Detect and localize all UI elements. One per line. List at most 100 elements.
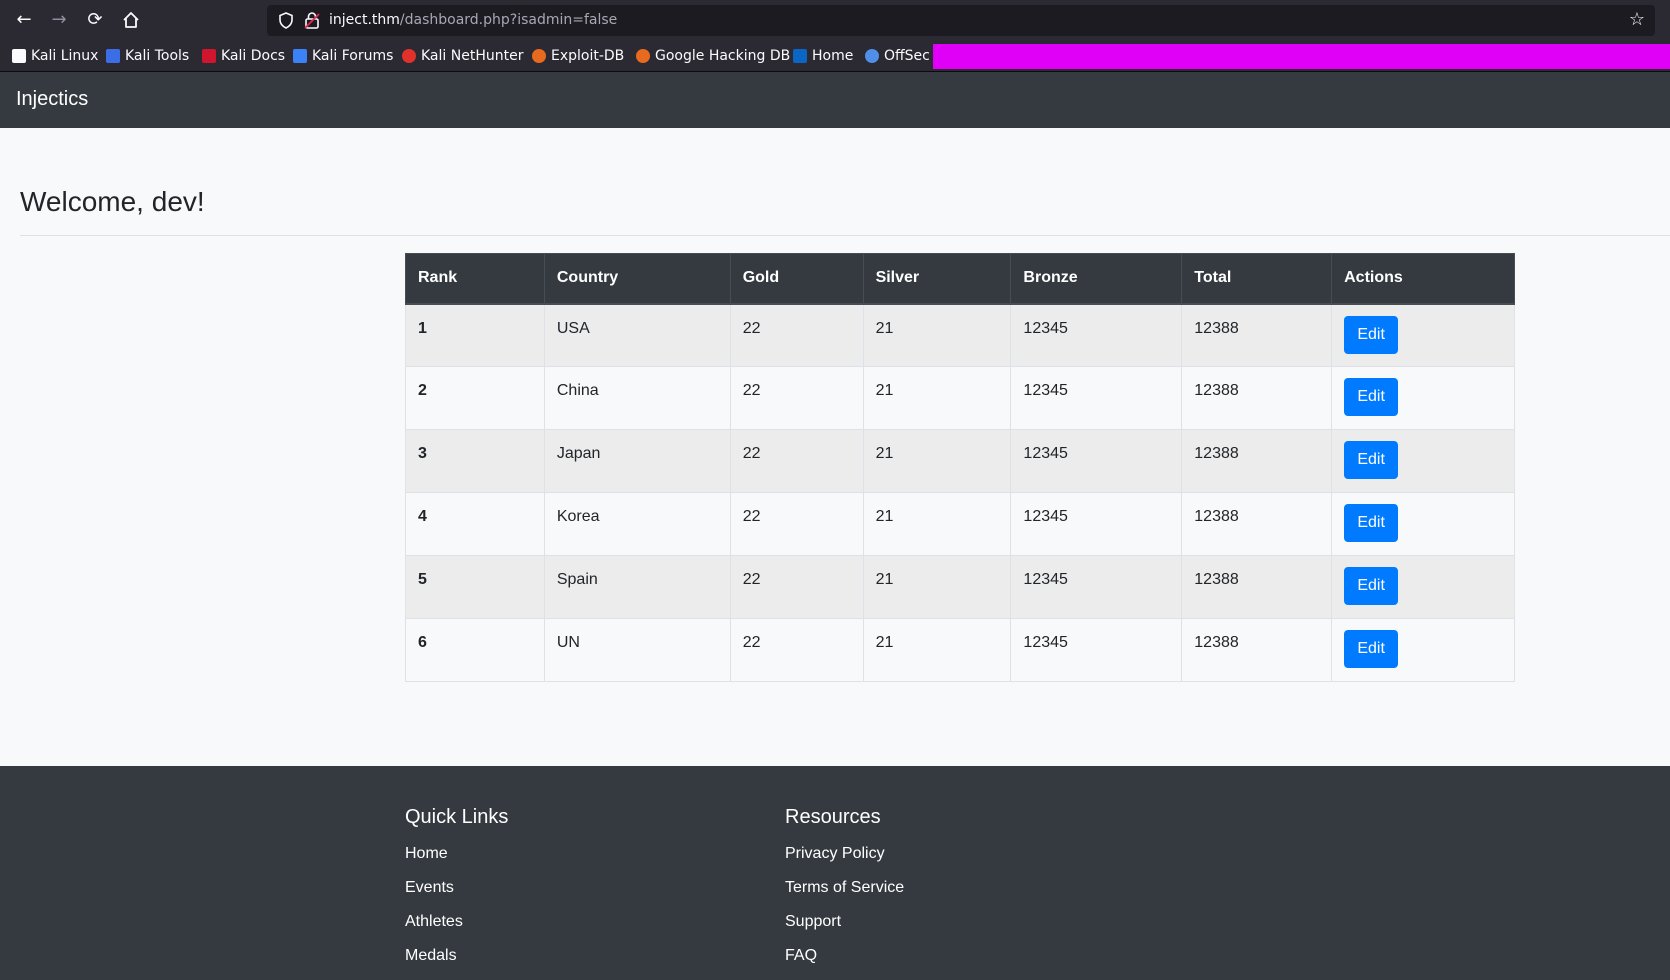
cell-total: 12388 — [1181, 303, 1333, 367]
footer-resources-title: Resources — [785, 806, 881, 828]
bookmark-kali-nethunter[interactable]: Kali NetHunter — [402, 46, 523, 66]
edit-button[interactable]: Edit — [1344, 315, 1399, 354]
kali-docs-icon — [202, 49, 216, 63]
footer-link-athletes[interactable]: Athletes — [405, 905, 508, 939]
home-icon[interactable] — [118, 7, 144, 33]
reload-icon[interactable]: ⟳ — [82, 7, 108, 33]
bookmark-label: Kali Forums — [312, 48, 394, 64]
kali-dragon-icon — [12, 49, 26, 63]
footer-link-medals[interactable]: Medals — [405, 939, 508, 973]
bookmark-google-hacking-db[interactable]: Google Hacking DB — [636, 46, 790, 66]
footer-link-events[interactable]: Events — [405, 871, 508, 905]
cell-rank: 2 — [405, 366, 545, 430]
bookmark-kali-forums[interactable]: Kali Forums — [293, 46, 393, 66]
bookmark-offsec[interactable]: OffSec — [865, 46, 930, 66]
divider — [20, 235, 1670, 236]
exploit-db-icon — [532, 49, 546, 63]
header-country: Country — [543, 253, 731, 305]
header-bronze: Bronze — [1010, 253, 1183, 305]
cell-gold: 22 — [729, 492, 864, 556]
forward-arrow-icon[interactable]: → — [46, 7, 72, 33]
bookmark-kali-docs[interactable]: Kali Docs — [202, 46, 285, 66]
bookmarks-toolbar: Kali Linux Kali Tools Kali Docs Kali For… — [0, 40, 1670, 72]
cell-total: 12388 — [1181, 555, 1333, 619]
cell-bronze: 12345 — [1010, 618, 1183, 682]
page-title: Welcome, dev! — [20, 186, 205, 217]
cell-rank: 5 — [405, 555, 545, 619]
bookmark-kali-tools[interactable]: Kali Tools — [106, 46, 189, 66]
header-silver: Silver — [862, 253, 1012, 305]
edit-button[interactable]: Edit — [1344, 504, 1399, 542]
footer-resources: Resources Privacy Policy Terms of Servic… — [785, 806, 904, 973]
edit-button[interactable]: Edit — [1344, 630, 1399, 668]
edit-button[interactable]: Edit — [1344, 567, 1399, 605]
cell-bronze: 12345 — [1010, 555, 1183, 619]
cell-total: 12388 — [1181, 492, 1333, 556]
cell-country: China — [543, 366, 731, 430]
bookmark-home[interactable]: Home — [793, 46, 853, 66]
header-gold: Gold — [729, 253, 864, 305]
table-header-row: Rank Country Gold Silver Bronze Total Ac… — [405, 253, 1515, 305]
cell-gold: 22 — [729, 618, 864, 682]
bookmark-kali-linux[interactable]: Kali Linux — [12, 46, 98, 66]
kali-tools-icon — [106, 49, 120, 63]
header-rank: Rank — [405, 253, 545, 305]
cell-rank: 3 — [405, 429, 545, 493]
bookmark-exploit-db[interactable]: Exploit-DB — [532, 46, 624, 66]
nethunter-icon — [402, 49, 416, 63]
cell-bronze: 12345 — [1010, 492, 1183, 556]
cell-actions: Edit — [1331, 429, 1515, 493]
footer-link-home[interactable]: Home — [405, 837, 508, 871]
cell-silver: 21 — [862, 618, 1012, 682]
cell-bronze: 12345 — [1010, 429, 1183, 493]
bookmark-star-icon[interactable]: ☆ — [1629, 9, 1645, 30]
shield-icon[interactable] — [277, 11, 295, 30]
table-row: 5 Spain 22 21 12345 12388 Edit — [405, 555, 1515, 619]
bookmark-label: Kali Linux — [31, 48, 99, 64]
header-actions: Actions — [1331, 253, 1515, 305]
footer-link-faq[interactable]: FAQ — [785, 939, 904, 973]
site-navbar: Injectics — [0, 72, 1670, 128]
footer-link-support[interactable]: Support — [785, 905, 904, 939]
cell-rank: 6 — [405, 618, 545, 682]
back-arrow-icon[interactable]: ← — [11, 7, 37, 33]
cell-bronze: 12345 — [1010, 366, 1183, 430]
url-path: /dashboard.php?isadmin=false — [399, 12, 618, 28]
cell-total: 12388 — [1181, 366, 1333, 430]
kali-forums-icon — [293, 49, 307, 63]
url-host: inject.thm — [329, 12, 400, 28]
cell-silver: 21 — [862, 555, 1012, 619]
ghdb-icon — [636, 49, 650, 63]
cell-silver: 21 — [862, 492, 1012, 556]
edit-button[interactable]: Edit — [1344, 378, 1399, 416]
bookmark-label: Kali NetHunter — [421, 48, 524, 64]
url-text[interactable]: inject.thm/dashboard.php?isadmin=false — [329, 12, 617, 28]
offsec-icon — [865, 49, 879, 63]
cell-gold: 22 — [729, 303, 864, 367]
table-row: 3 Japan 22 21 12345 12388 Edit — [405, 429, 1515, 493]
bookmark-label: Google Hacking DB — [655, 48, 791, 64]
site-brand[interactable]: Injectics — [16, 88, 88, 111]
table-row: 1 USA 22 21 12345 12388 Edit — [405, 303, 1515, 367]
footer-link-terms-of-service[interactable]: Terms of Service — [785, 871, 904, 905]
cell-actions: Edit — [1331, 555, 1515, 619]
table-row: 2 China 22 21 12345 12388 Edit — [405, 366, 1515, 430]
cell-actions: Edit — [1331, 303, 1515, 367]
url-bar[interactable]: inject.thm/dashboard.php?isadmin=false ☆ — [267, 5, 1655, 36]
edit-button[interactable]: Edit — [1344, 441, 1399, 479]
bookmark-label: Kali Docs — [221, 48, 286, 64]
cell-gold: 22 — [729, 555, 864, 619]
cell-country: Japan — [543, 429, 731, 493]
site-footer: Quick Links Home Events Athletes Medals … — [0, 766, 1670, 980]
table-row: 6 UN 22 21 12345 12388 Edit — [405, 618, 1515, 682]
cell-actions: Edit — [1331, 618, 1515, 682]
insecure-lock-icon[interactable] — [303, 11, 321, 30]
cell-silver: 21 — [862, 366, 1012, 430]
footer-link-privacy-policy[interactable]: Privacy Policy — [785, 837, 904, 871]
bookmark-label: Kali Tools — [125, 48, 190, 64]
cell-actions: Edit — [1331, 492, 1515, 556]
cell-silver: 21 — [862, 303, 1012, 367]
cell-actions: Edit — [1331, 366, 1515, 430]
cell-country: UN — [543, 618, 731, 682]
bookmark-label: OffSec — [884, 48, 930, 64]
